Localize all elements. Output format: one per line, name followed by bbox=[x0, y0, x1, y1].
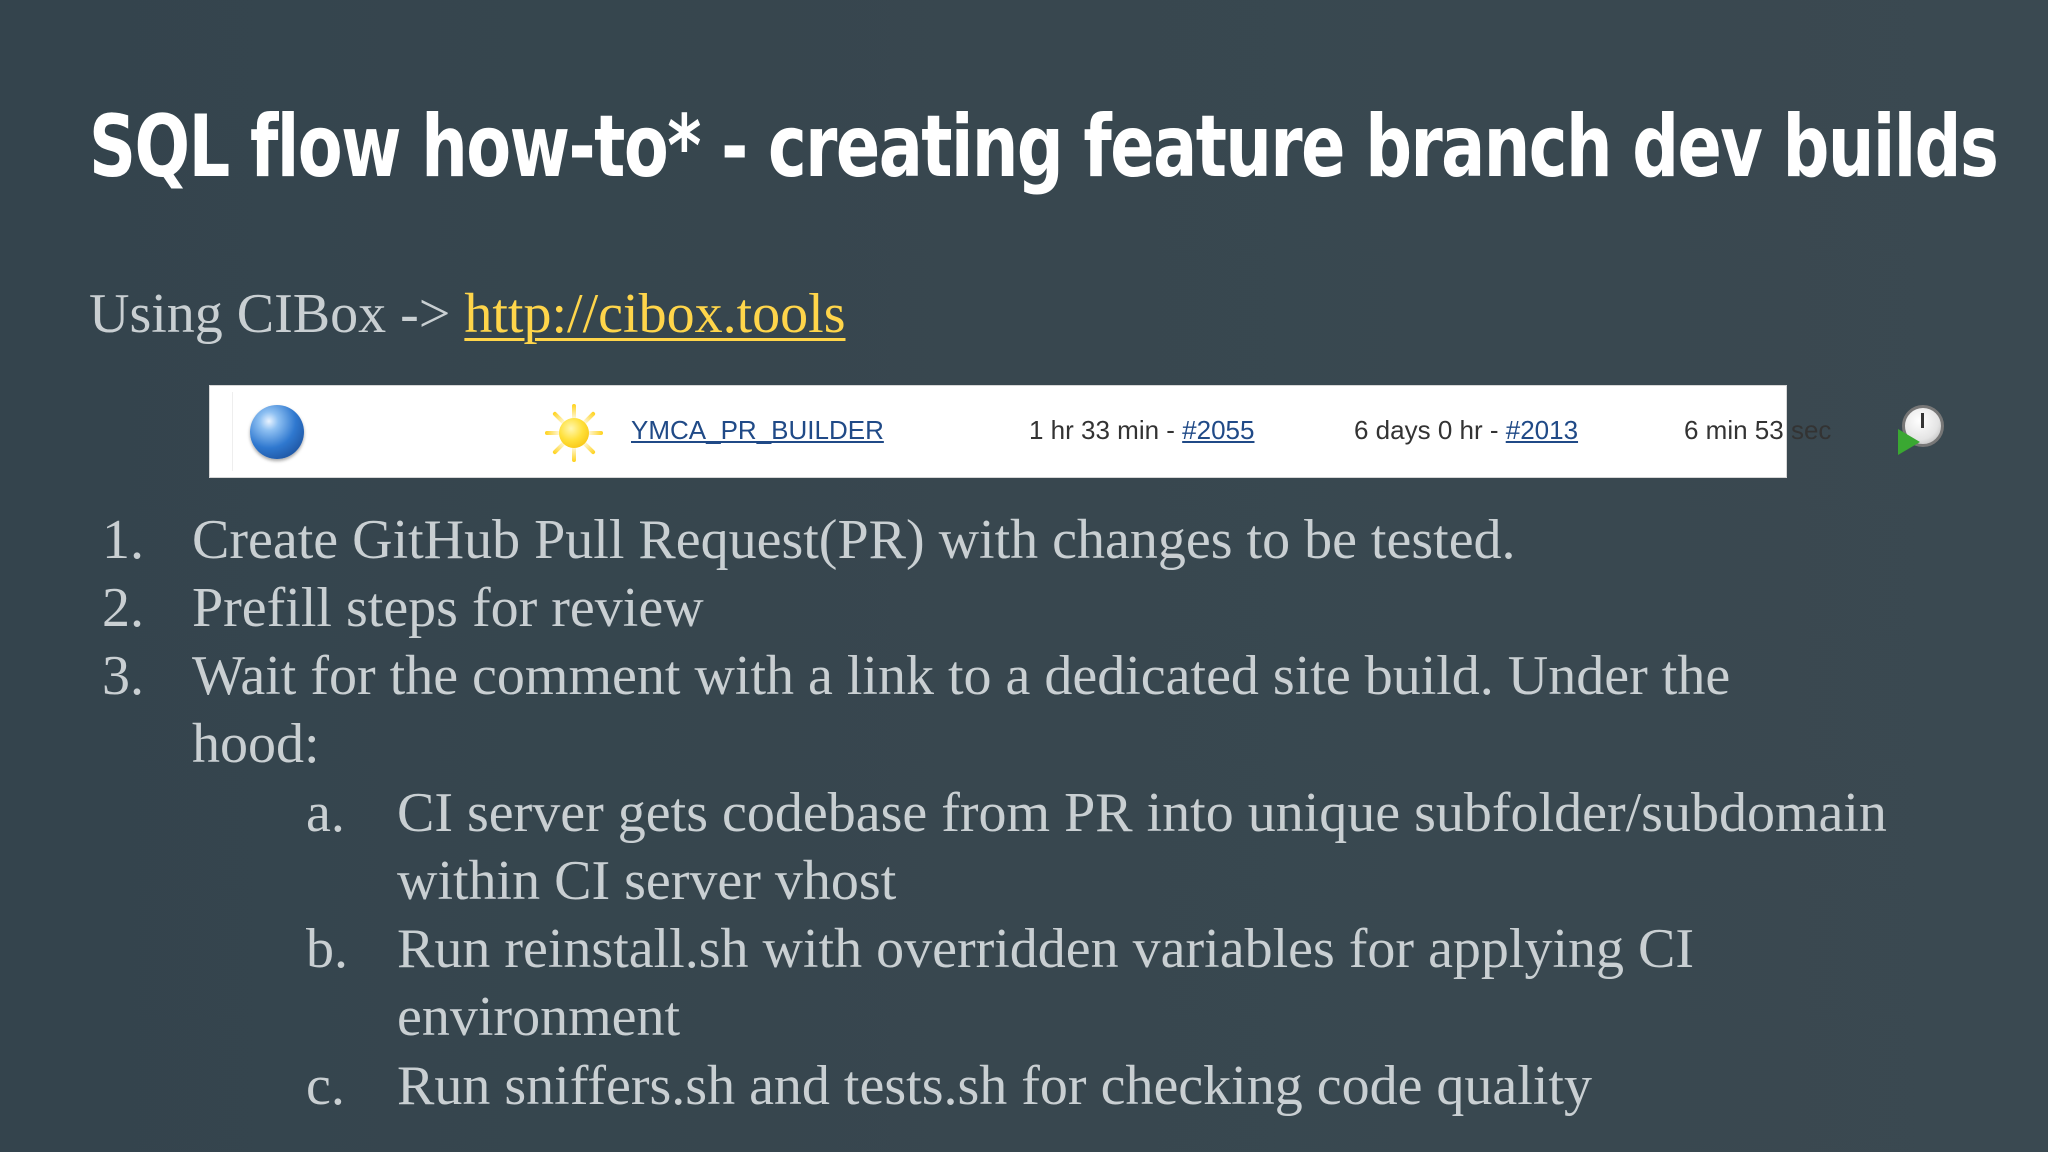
step-number: 2. bbox=[102, 577, 144, 639]
step-text: Create GitHub Pull Request(PR) with chan… bbox=[192, 509, 1516, 571]
substep-text: within CI server vhost bbox=[397, 850, 897, 912]
slide: SQL flow how-to* - creating feature bran… bbox=[0, 0, 2048, 1152]
cibox-link[interactable]: http://cibox.tools bbox=[464, 283, 845, 345]
substep-letter: b. bbox=[306, 918, 348, 980]
jenkins-job-row: YMCA_PR_BUILDER 1 hr 33 min - #2055 6 da… bbox=[209, 385, 1944, 478]
last-failure-time: 6 days 0 hr - bbox=[1354, 415, 1506, 445]
slide-title: SQL flow how-to* - creating feature bran… bbox=[89, 97, 1999, 197]
last-failure-build-link[interactable]: #2013 bbox=[1506, 415, 1578, 445]
substep-letter: c. bbox=[306, 1055, 345, 1117]
substep-text: environment bbox=[397, 986, 681, 1048]
schedule-build-icon[interactable] bbox=[1898, 403, 1950, 455]
subtitle-prefix: Using CIBox -> bbox=[89, 283, 451, 345]
step-text: Wait for the comment with a link to a de… bbox=[192, 645, 1731, 707]
last-success-time: 1 hr 33 min - bbox=[1029, 415, 1183, 445]
blue-ball-icon bbox=[250, 405, 304, 459]
last-success-build-link[interactable]: #2055 bbox=[1182, 415, 1254, 445]
subtitle: Using CIBox -> http://cibox.tools bbox=[89, 282, 846, 346]
last-duration: 6 min 53 sec bbox=[1684, 415, 1832, 445]
step-text: Prefill steps for review bbox=[192, 577, 704, 639]
substep-letter: a. bbox=[306, 782, 345, 844]
step-number: 1. bbox=[102, 509, 144, 571]
job-name-link[interactable]: YMCA_PR_BUILDER bbox=[631, 415, 884, 446]
last-failure-cell: 6 days 0 hr - #2013 bbox=[1354, 415, 1578, 446]
substep-text: Run sniffers.sh and tests.sh for checkin… bbox=[397, 1055, 1592, 1117]
substep-text: CI server gets codebase from PR into uni… bbox=[397, 782, 1887, 844]
sunny-icon bbox=[543, 402, 605, 464]
step-text: hood: bbox=[192, 713, 320, 775]
step-number: 3. bbox=[102, 645, 144, 707]
substep-text: Run reinstall.sh with overridden variabl… bbox=[397, 918, 1695, 980]
last-success-cell: 1 hr 33 min - #2055 bbox=[1029, 415, 1254, 446]
